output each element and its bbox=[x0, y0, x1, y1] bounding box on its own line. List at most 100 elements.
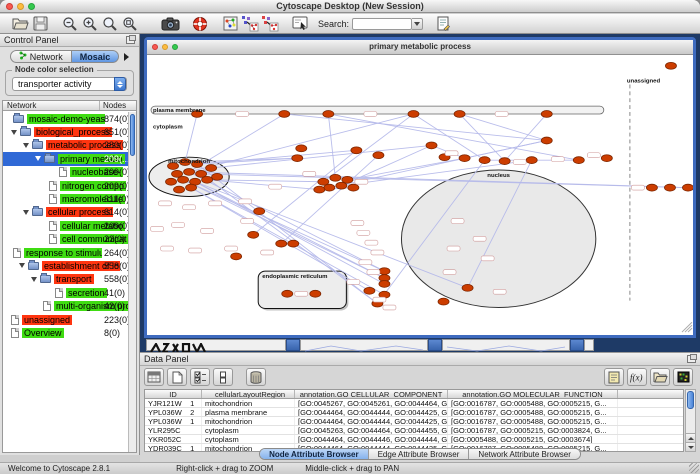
network-node[interactable] bbox=[664, 184, 675, 191]
network-node[interactable] bbox=[373, 152, 384, 159]
network-edge[interactable] bbox=[505, 114, 547, 161]
tree-header-network[interactable]: Network bbox=[7, 101, 36, 110]
network-node[interactable] bbox=[178, 176, 189, 183]
tree-row[interactable]: transport558(0) bbox=[3, 273, 128, 286]
delete-attribute-icon[interactable] bbox=[246, 368, 266, 386]
select-attributes-icon[interactable] bbox=[144, 368, 164, 386]
tree-row[interactable]: unassigned223(0) bbox=[3, 313, 128, 326]
network-node[interactable] bbox=[279, 111, 290, 118]
network-node[interactable] bbox=[348, 184, 359, 191]
tree-row[interactable]: primary metabo209(... bbox=[3, 152, 128, 165]
network-node[interactable] bbox=[292, 155, 303, 162]
tab-network[interactable]: Network bbox=[10, 50, 72, 63]
network-node[interactable] bbox=[186, 184, 197, 191]
tree-row[interactable]: nitrogen compo209(0) bbox=[3, 179, 128, 192]
network-view-window[interactable]: primary metabolic process plasma membran… bbox=[144, 37, 696, 338]
select-all-attributes-icon[interactable] bbox=[190, 368, 210, 386]
disclosure-triangle-icon[interactable] bbox=[23, 143, 29, 148]
network-node[interactable] bbox=[408, 111, 419, 118]
attribute-matrix-icon[interactable] bbox=[673, 368, 693, 386]
tree-row[interactable]: cell communicat22(0) bbox=[3, 233, 128, 246]
attribute-table[interactable]: ID_cellularLayoutRegionannotation.GO CEL… bbox=[144, 389, 684, 452]
network-node[interactable] bbox=[462, 284, 473, 291]
network-node[interactable] bbox=[323, 111, 334, 118]
network-node[interactable] bbox=[541, 111, 552, 118]
background-window-fragment[interactable] bbox=[428, 339, 442, 351]
network-edge[interactable] bbox=[195, 182, 384, 284]
table-scrollbar-thumb[interactable] bbox=[687, 391, 694, 409]
disclosure-triangle-icon[interactable] bbox=[19, 263, 25, 268]
table-column-header[interactable]: annotation.GO CELLULAR_COMPONENT bbox=[295, 390, 448, 398]
background-window-fragment[interactable] bbox=[584, 339, 594, 351]
new-network-all-edges-icon[interactable] bbox=[240, 15, 260, 33]
tab-network-attribute-browser[interactable]: Network Attribute Browser bbox=[469, 449, 579, 459]
network-node[interactable] bbox=[296, 145, 307, 152]
search-input[interactable] bbox=[352, 18, 412, 30]
tree-row[interactable]: establishment of lo558(0) bbox=[3, 259, 128, 272]
network-node[interactable] bbox=[351, 147, 362, 154]
resize-grip[interactable] bbox=[689, 463, 699, 473]
table-row[interactable]: YPL036W__1mitochondrion[GO:0044464, GO:0… bbox=[145, 417, 683, 426]
network-node[interactable] bbox=[324, 184, 335, 191]
network-node[interactable] bbox=[665, 62, 676, 69]
zoom-in-icon[interactable] bbox=[80, 15, 100, 33]
table-row[interactable]: YPL036W__2plasma membrane[GO:0044464, GO… bbox=[145, 408, 683, 417]
snapshot-camera-icon[interactable] bbox=[160, 15, 180, 33]
network-node[interactable] bbox=[184, 168, 195, 175]
network-edge[interactable] bbox=[185, 114, 197, 162]
network-node[interactable] bbox=[174, 186, 185, 193]
network-view-titlebar[interactable]: primary metabolic process bbox=[147, 40, 693, 55]
disclosure-triangle-icon[interactable] bbox=[11, 130, 17, 135]
tree-scrollbar[interactable] bbox=[128, 112, 136, 452]
network-node[interactable] bbox=[601, 155, 612, 162]
network-edge[interactable] bbox=[347, 158, 464, 180]
annotation-icon[interactable] bbox=[290, 15, 310, 33]
network-node[interactable] bbox=[426, 142, 437, 149]
disclosure-triangle-icon[interactable] bbox=[35, 156, 41, 161]
layout-icon[interactable] bbox=[220, 15, 240, 33]
tree-scrollbar-thumb[interactable] bbox=[130, 114, 135, 156]
compartment-nucleus[interactable] bbox=[401, 170, 595, 308]
background-window-fragment[interactable] bbox=[300, 339, 428, 351]
float-panel-icon[interactable] bbox=[687, 355, 696, 363]
background-window-fragment[interactable] bbox=[570, 339, 584, 351]
tree-row[interactable]: cellular metabo209(0) bbox=[3, 219, 128, 232]
network-node[interactable] bbox=[166, 178, 177, 185]
table-row[interactable]: YJR121W__1mitochondrion[GO:0045267, GO:0… bbox=[145, 399, 683, 408]
save-session-icon[interactable] bbox=[30, 15, 50, 33]
tab-scroll-right-icon[interactable] bbox=[124, 53, 129, 61]
tree-header-nodes[interactable]: Nodes bbox=[103, 101, 126, 110]
new-attribute-icon[interactable] bbox=[167, 368, 187, 386]
network-node[interactable] bbox=[314, 186, 325, 193]
network-node[interactable] bbox=[379, 280, 390, 287]
background-window-fragment[interactable] bbox=[286, 339, 300, 351]
network-node[interactable] bbox=[330, 174, 341, 181]
open-session-icon[interactable] bbox=[10, 15, 30, 33]
tree-row[interactable]: metabolic process280(0) bbox=[3, 139, 128, 152]
network-edge[interactable] bbox=[195, 182, 384, 278]
network-node[interactable] bbox=[454, 111, 465, 118]
zoom-selected-icon[interactable] bbox=[120, 15, 140, 33]
tab-edge-attribute-browser[interactable]: Edge Attribute Browser bbox=[369, 449, 470, 459]
network-node[interactable] bbox=[541, 137, 552, 144]
notes-icon[interactable] bbox=[604, 368, 624, 386]
search-dropdown-icon[interactable] bbox=[412, 18, 423, 30]
table-column-header[interactable]: ID bbox=[145, 390, 202, 398]
disclosure-triangle-icon[interactable] bbox=[23, 210, 29, 215]
network-node[interactable] bbox=[646, 184, 657, 191]
float-panel-icon[interactable] bbox=[126, 36, 135, 44]
network-node[interactable] bbox=[310, 290, 321, 297]
table-column-header[interactable]: annotation.GO MOLECULAR_FUNCTION bbox=[448, 390, 618, 398]
network-node[interactable] bbox=[336, 182, 347, 189]
network-node[interactable] bbox=[459, 155, 470, 162]
table-row[interactable]: YLR295Ccytoplasm[GO:0045263, GO:0044464,… bbox=[145, 426, 683, 435]
network-node[interactable] bbox=[573, 157, 584, 164]
network-node[interactable] bbox=[248, 231, 259, 238]
background-window-fragment[interactable] bbox=[442, 339, 570, 351]
plugin-manager-icon[interactable] bbox=[190, 15, 210, 33]
tree-row[interactable]: multi-organism pro42(0) bbox=[3, 299, 128, 312]
node-color-dropdown[interactable]: transporter activity bbox=[12, 77, 127, 91]
zoom-out-icon[interactable] bbox=[60, 15, 80, 33]
network-node[interactable] bbox=[276, 240, 287, 247]
zoom-fit-icon[interactable] bbox=[100, 15, 120, 33]
